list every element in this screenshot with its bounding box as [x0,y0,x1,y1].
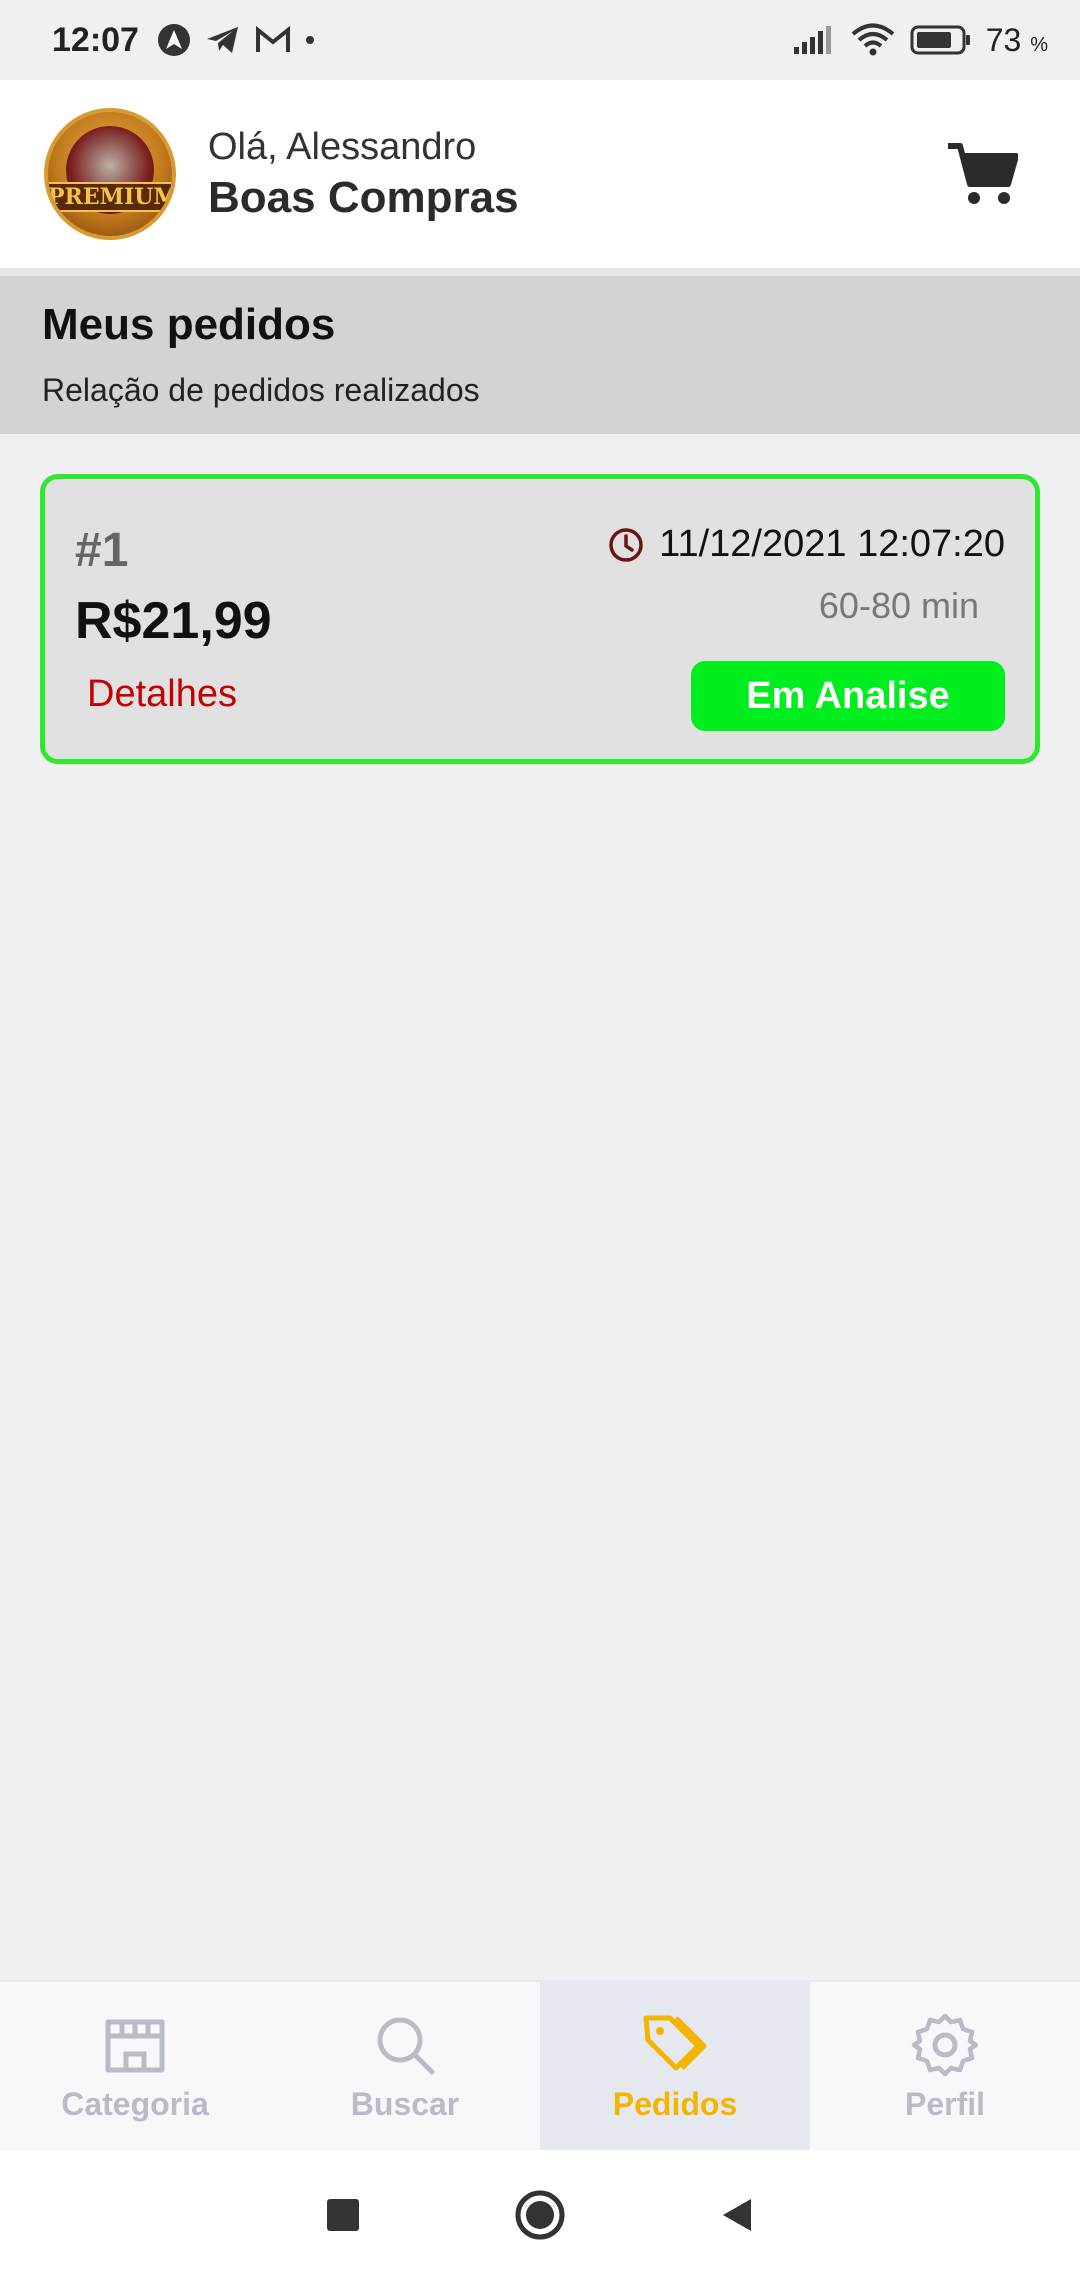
nav-item-perfil[interactable]: Perfil [810,1982,1080,2150]
header-divider [0,268,1080,276]
order-eta: 60-80 min [818,585,979,626]
order-details-link[interactable]: Detalhes [87,673,237,716]
order-number: #1 [75,524,129,577]
clock-icon [609,527,643,562]
order-status-badge[interactable]: Em Analise [691,661,1005,731]
store-logo: PREMIUM [44,108,176,240]
status-time: 12:07 [52,20,139,59]
status-bar: 12:07 73 % [0,0,1080,80]
search-icon [377,2017,435,2074]
cart-icon [948,143,1018,204]
wifi-icon [851,23,895,56]
page-subtitle: Relação de pedidos realizados [42,372,480,408]
logo-ribbon: PREMIUM [48,182,176,212]
cart-button[interactable] [942,134,1022,214]
tag-icon [643,2015,707,2070]
nav-item-buscar[interactable]: Buscar [270,1982,540,2150]
page-title: Meus pedidos [42,300,336,349]
gear-icon [911,2013,979,2076]
battery-percentage: 73 % [985,21,1048,58]
nav-item-pedidos[interactable]: Pedidos [540,1982,810,2150]
greeting-text: Olá, Alessandro [208,125,477,168]
nav-label-pedidos: Pedidos [612,2085,738,2122]
signal-icon [793,26,831,54]
order-total: R$21,99 [75,592,272,650]
nav-label-categoria: Categoria [61,2085,209,2122]
recents-icon[interactable] [323,2195,363,2235]
store-icon [105,2019,165,2072]
gmail-icon [255,26,290,52]
bottom-navigation: Categoria Buscar Pedidos Perfil [0,1980,1080,2150]
telegram-icon [206,27,238,53]
order-card[interactable]: #1 R$21,99 Detalhes 11/12/2021 12:07:20 … [40,474,1040,764]
system-navigation-bar [0,2150,1080,2280]
store-name: Boas Compras [208,172,519,222]
status-notification-icons [157,23,315,57]
nav-label-perfil: Perfil [904,2085,986,2122]
order-datetime: 11/12/2021 12:07:20 [607,523,1005,566]
back-icon[interactable] [717,2195,757,2235]
nav-label-buscar: Buscar [350,2085,460,2122]
battery-icon [910,25,970,55]
home-icon[interactable] [513,2188,567,2242]
page-title-band: Meus pedidos Relação de pedidos realizad… [0,276,1080,434]
dot-icon [305,36,314,44]
nav-item-categoria[interactable]: Categoria [0,1982,270,2150]
nav-arrow-icon [157,24,190,56]
order-datetime-text: 11/12/2021 12:07:20 [659,523,1005,565]
app-header: PREMIUM Olá, Alessandro Boas Compras [0,80,1080,268]
greeting-block: Olá, Alessandro Boas Compras [208,126,519,223]
